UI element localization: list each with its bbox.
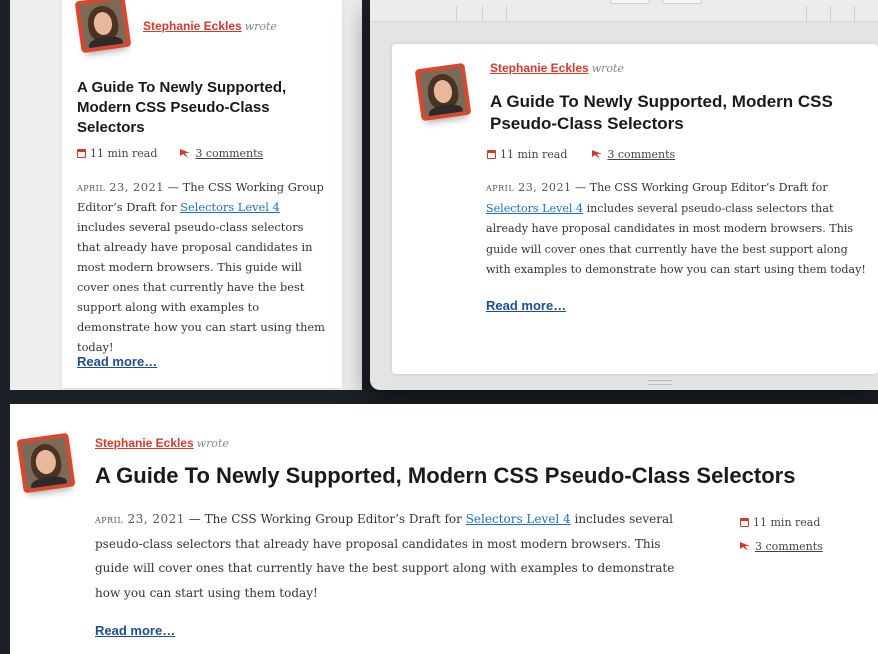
article-meta: 11 min read 3 comments — [487, 148, 675, 161]
read-more-link[interactable]: Read more… — [95, 623, 175, 638]
author-line: Stephanie Eckles wrote — [143, 19, 277, 33]
window-toolbar — [370, 0, 878, 22]
calendar-icon — [487, 150, 496, 159]
browser-window: Stephanie Eckles wrote A Guide To Newly S… — [370, 0, 878, 390]
article-card-medium: Stephanie Eckles wrote A Guide To Newly S… — [392, 44, 878, 374]
article-excerpt: April 23, 2021 — The CSS Working Group E… — [77, 180, 325, 354]
comments-link[interactable]: 3 comments — [607, 148, 675, 161]
read-time: 11 min read — [500, 148, 568, 161]
article-meta: 11 min read 3 comments — [740, 511, 823, 559]
read-time: 11 min read — [90, 147, 158, 160]
author-link[interactable]: Stephanie Eckles — [95, 436, 194, 450]
comments-link[interactable]: 3 comments — [755, 540, 823, 553]
article-excerpt: April 23, 2021 — The CSS Working Group E… — [95, 512, 675, 600]
read-more-link[interactable]: Read more… — [486, 298, 566, 313]
article-meta: 11 min read 3 comments — [77, 147, 263, 160]
selectors-level-4-link[interactable]: Selectors Level 4 — [466, 512, 571, 526]
author-line: Stephanie Eckles wrote — [95, 436, 229, 450]
author-avatar[interactable] — [16, 432, 76, 494]
wide-layout-panel: Stephanie Eckles wrote A Guide To Newly S… — [10, 404, 878, 654]
wrote-label: wrote — [591, 62, 624, 75]
author-line: Stephanie Eckles wrote — [490, 61, 624, 75]
read-more-link[interactable]: Read more… — [77, 354, 157, 369]
author-avatar[interactable] — [414, 62, 472, 122]
calendar-icon — [740, 518, 749, 527]
author-avatar[interactable] — [74, 0, 132, 54]
selectors-level-4-link[interactable]: Selectors Level 4 — [180, 200, 280, 214]
author-link[interactable]: Stephanie Eckles — [143, 19, 242, 33]
toolbar-button[interactable] — [610, 0, 650, 4]
desktop-edge — [0, 0, 10, 654]
comment-icon — [180, 149, 191, 158]
article-title[interactable]: A Guide To Newly Supported, Modern CSS P… — [77, 78, 327, 138]
comment-icon — [592, 150, 603, 159]
article-excerpt: April 23, 2021 — The CSS Working Group E… — [486, 181, 866, 276]
narrow-layout-panel: Stephanie Eckles wrote A Guide To Newly S… — [10, 0, 362, 390]
toolbar-button[interactable] — [662, 0, 702, 4]
article-title[interactable]: A Guide To Newly Supported, Modern CSS P… — [95, 462, 875, 490]
comment-icon — [740, 542, 750, 551]
comments-link[interactable]: 3 comments — [195, 147, 263, 160]
read-time: 11 min read — [753, 516, 821, 529]
article-date: April 23, 2021 — [95, 512, 185, 526]
selectors-level-4-link[interactable]: Selectors Level 4 — [486, 202, 583, 215]
wrote-label: wrote — [244, 20, 277, 33]
author-link[interactable]: Stephanie Eckles — [490, 61, 589, 75]
article-title[interactable]: A Guide To Newly Supported, Modern CSS P… — [490, 91, 840, 135]
article-date: April 23, 2021 — [486, 181, 572, 194]
calendar-icon — [77, 149, 86, 158]
wrote-label: wrote — [196, 437, 229, 450]
article-date: April 23, 2021 — [77, 180, 165, 194]
article-card-narrow: Stephanie Eckles wrote A Guide To Newly S… — [62, 0, 342, 388]
resize-handle[interactable] — [648, 380, 672, 385]
